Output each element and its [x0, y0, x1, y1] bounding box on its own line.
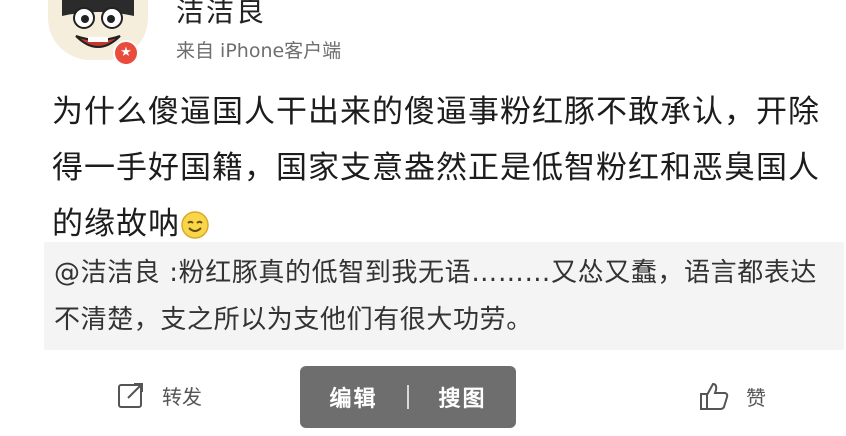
image-context-menu: 编辑 搜图 — [300, 366, 516, 428]
like-button[interactable]: 赞 — [698, 380, 766, 412]
thumbs-up-icon — [698, 380, 730, 412]
username[interactable]: 洁洁良 — [176, 0, 266, 30]
repost-button[interactable]: 转发 — [116, 380, 202, 410]
search-image-button[interactable]: 搜图 — [409, 381, 516, 413]
edit-button[interactable]: 编辑 — [300, 381, 407, 413]
share-icon — [116, 380, 146, 410]
repost-label: 转发 — [162, 384, 202, 409]
post-source: 来自 iPhone客户端 — [176, 40, 342, 62]
post-body: 为什么傻逼国人干出来的傻逼事粉红豚不敢承认，开除得一手好国籍，国家支意盎然正是低… — [52, 84, 822, 258]
quoted-comment-text: @洁洁良 :粉红豚真的低智到我无语………又怂又蠢，语言都表达不清楚，支之所以为支… — [54, 258, 818, 335]
verified-badge-icon: ★ — [113, 40, 139, 66]
like-label: 赞 — [746, 385, 766, 410]
post-text: 为什么傻逼国人干出来的傻逼事粉红豚不敢承认，开除得一手好国籍，国家支意盎然正是低… — [52, 94, 820, 242]
